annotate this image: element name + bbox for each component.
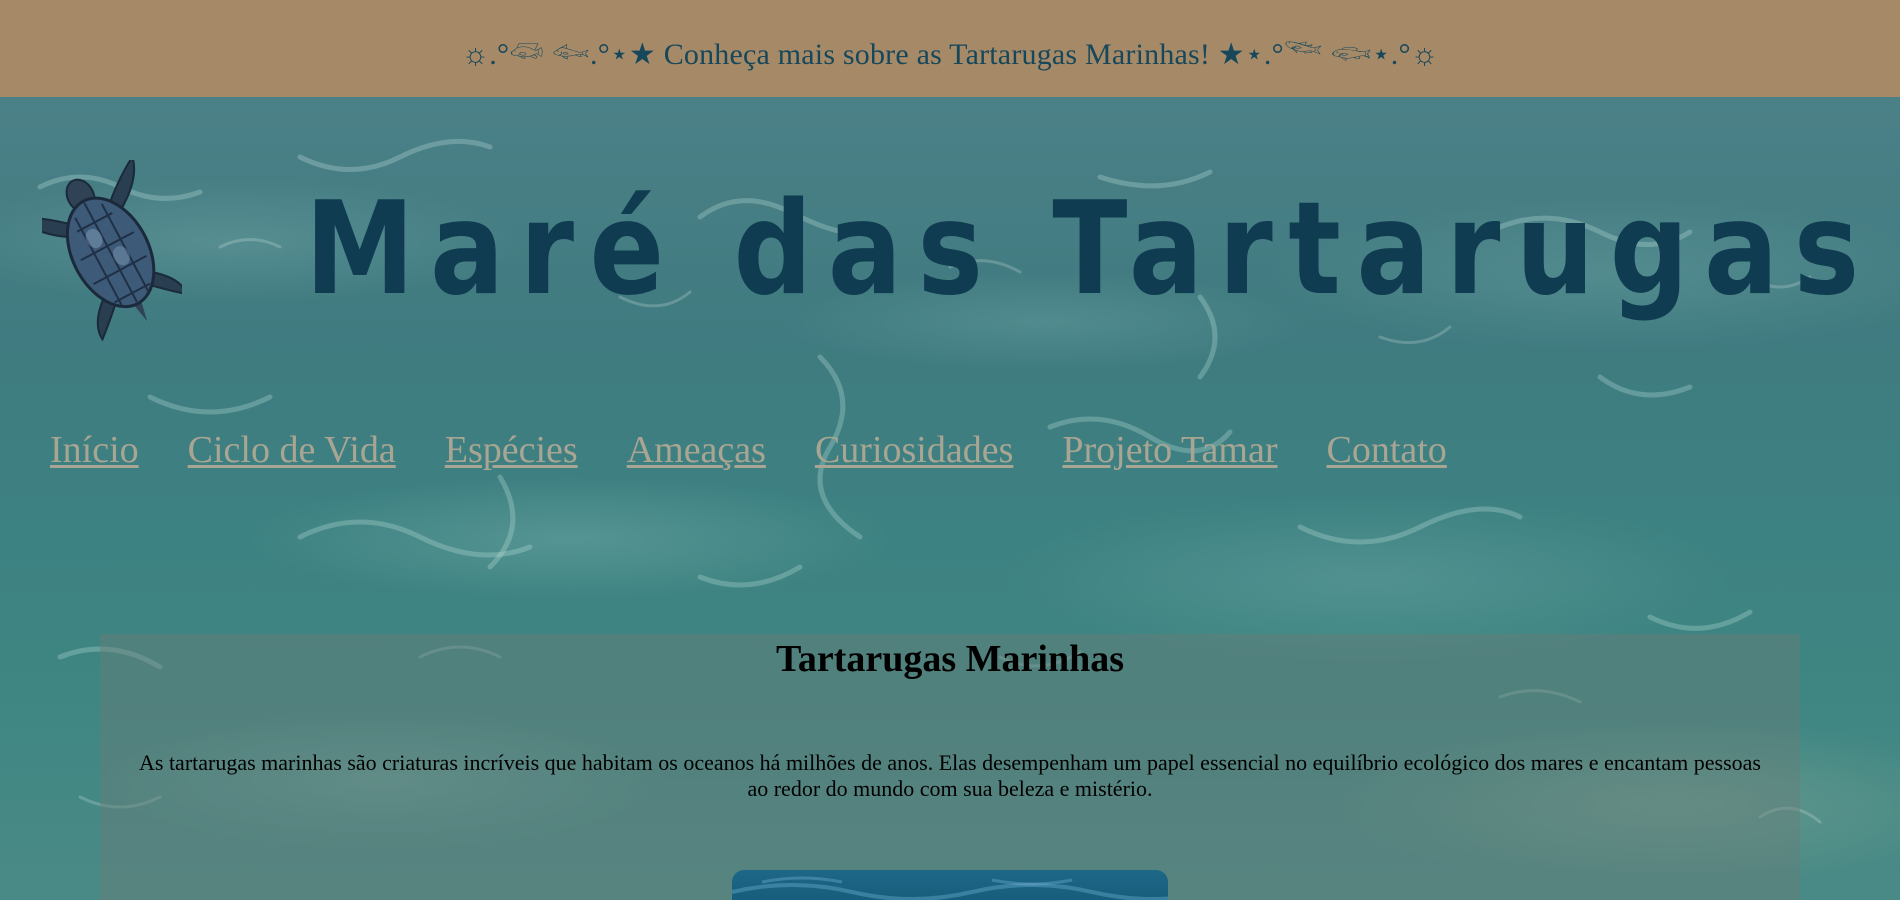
nav-link-especies[interactable]: Espécies [445,428,578,472]
intro-card: Tartarugas Marinhas As tartarugas marinh… [100,634,1800,900]
nav-link-contato[interactable]: Contato [1326,428,1446,472]
nav-link-ameacas[interactable]: Ameaças [627,428,766,472]
nav-link-curiosidades[interactable]: Curiosidades [815,428,1013,472]
nav-link-projeto-tamar[interactable]: Projeto Tamar [1062,428,1277,472]
underwater-image [732,870,1168,900]
sea-turtle-icon [17,154,189,350]
section-title: Tartarugas Marinhas [775,638,1124,680]
site-title: Maré das Tartarugas [305,175,1875,324]
banner-text: ☼.°𓆛 𓆜.°⋆★ Conheça mais sobre as Tartaru… [461,37,1439,71]
top-banner: ☼.°𓆛 𓆜.°⋆★ Conheça mais sobre as Tartaru… [0,0,1900,97]
main-nav: Início Ciclo de Vida Espécies Ameaças Cu… [50,428,1447,472]
nav-link-inicio[interactable]: Início [50,428,139,472]
intro-paragraph: As tartarugas marinhas são criaturas inc… [139,750,1761,801]
nav-link-ciclo-de-vida[interactable]: Ciclo de Vida [188,428,396,472]
